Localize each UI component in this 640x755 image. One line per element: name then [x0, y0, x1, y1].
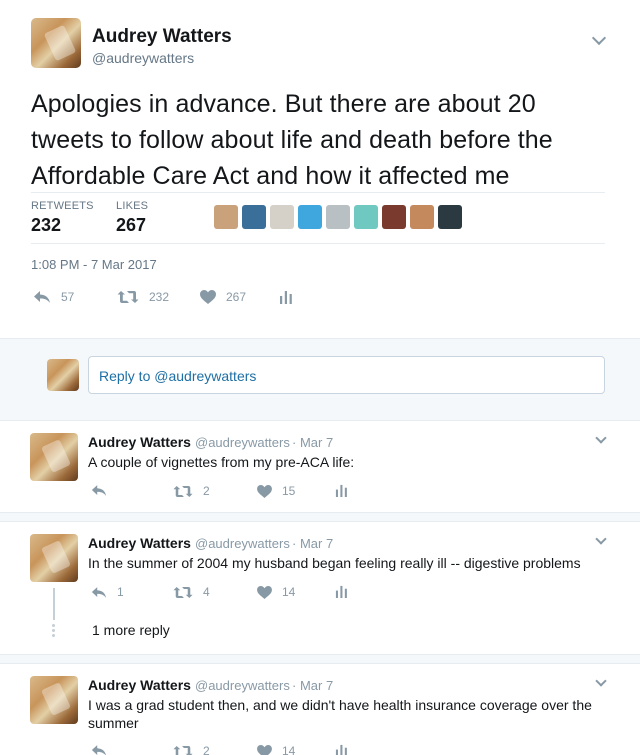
author-name[interactable]: Audrey Watters — [88, 535, 191, 551]
analytics-icon — [335, 585, 347, 598]
separator — [0, 412, 640, 420]
likes-label: LIKES — [116, 200, 149, 212]
reply-tweet[interactable]: Audrey Watters @audreywatters · Mar 7 In… — [0, 521, 640, 655]
like-button[interactable]: 15 — [257, 484, 295, 498]
heart-icon — [200, 290, 216, 304]
liker-avatar[interactable] — [242, 205, 266, 229]
chevron-down-icon[interactable] — [595, 533, 607, 545]
chevron-down-icon[interactable] — [591, 30, 607, 46]
author-handle[interactable]: @audreywatters — [195, 536, 290, 551]
retweet-button[interactable]: 2 — [173, 484, 210, 498]
analytics-icon — [335, 484, 347, 497]
chevron-down-icon[interactable] — [595, 675, 607, 687]
retweet-icon — [117, 291, 139, 303]
retweet-icon — [173, 745, 193, 755]
analytics-button[interactable] — [279, 290, 293, 304]
like-button[interactable]: 267 — [200, 290, 246, 304]
author-name[interactable]: Audrey Watters — [88, 677, 191, 693]
like-button[interactable]: 14 — [257, 744, 295, 755]
reply-button[interactable]: 1 — [91, 585, 124, 599]
retweet-button[interactable]: 4 — [173, 585, 210, 599]
liker-avatar[interactable] — [382, 205, 406, 229]
retweet-button[interactable]: 232 — [117, 290, 169, 304]
like-count: 14 — [282, 744, 296, 755]
reply-button[interactable]: 57 — [33, 290, 74, 304]
liker-avatar[interactable] — [354, 205, 378, 229]
separator — [0, 513, 640, 521]
reply-composer: Reply to @audreywatters — [0, 338, 640, 412]
thread-dot — [52, 624, 55, 627]
like-count: 267 — [226, 290, 247, 304]
retweet-count: 4 — [203, 585, 210, 599]
liker-avatar[interactable] — [214, 205, 238, 229]
tweet-text: A couple of vignettes from my pre-ACA li… — [88, 454, 355, 470]
divider — [31, 192, 605, 193]
analytics-button[interactable] — [335, 484, 348, 497]
reply-input[interactable]: Reply to @audreywatters — [88, 356, 605, 394]
author-handle[interactable]: @audreywatters — [195, 435, 290, 450]
retweets-count[interactable]: 232 — [31, 215, 61, 236]
author-avatar[interactable] — [30, 433, 78, 481]
analytics-button[interactable] — [335, 744, 348, 755]
chevron-down-icon[interactable] — [595, 432, 607, 444]
thread-line — [53, 588, 55, 620]
reply-tweet[interactable]: Audrey Watters @audreywatters · Mar 7 I … — [0, 663, 640, 755]
retweet-button[interactable]: 2 — [173, 744, 210, 755]
liker-avatar[interactable] — [438, 205, 462, 229]
author-handle[interactable]: @audreywatters — [195, 678, 290, 693]
tweet-date[interactable]: · Mar 7 — [292, 678, 333, 693]
like-count: 15 — [282, 484, 296, 498]
analytics-button[interactable] — [335, 585, 348, 598]
retweet-count: 2 — [203, 484, 210, 498]
author-name[interactable]: Audrey Watters — [92, 26, 232, 48]
heart-icon — [257, 744, 272, 755]
thread-dot — [52, 634, 55, 637]
tweet-text: In the summer of 2004 my husband began f… — [88, 555, 581, 571]
like-count: 14 — [282, 585, 296, 599]
reply-button[interactable] — [91, 744, 117, 755]
reply-icon — [91, 586, 107, 598]
author-avatar[interactable] — [30, 676, 78, 724]
analytics-icon — [280, 291, 292, 304]
retweet-count: 232 — [149, 290, 170, 304]
liker-avatar[interactable] — [270, 205, 294, 229]
liker-avatar[interactable] — [410, 205, 434, 229]
reply-count: 57 — [61, 290, 75, 304]
tweet-date[interactable]: · Mar 7 — [292, 536, 333, 551]
thread-dot — [52, 629, 55, 632]
reply-tweet[interactable]: Audrey Watters @audreywatters · Mar 7 A … — [0, 420, 640, 513]
reply-icon — [34, 291, 50, 303]
author-avatar[interactable] — [31, 18, 81, 68]
tweet-text: Apologies in advance. But there are abou… — [31, 90, 553, 190]
retweet-count: 2 — [203, 744, 210, 755]
reply-icon — [91, 745, 106, 755]
reply-button[interactable] — [91, 484, 117, 497]
tweet-timestamp[interactable]: 1:08 PM - 7 Mar 2017 — [31, 257, 157, 272]
more-replies-link[interactable]: 1 more reply — [92, 622, 170, 638]
user-avatar — [47, 359, 79, 391]
analytics-icon — [335, 744, 347, 755]
liker-avatar[interactable] — [326, 205, 350, 229]
liker-avatar[interactable] — [298, 205, 322, 229]
separator — [0, 655, 640, 663]
reply-icon — [91, 485, 107, 496]
tweet-date[interactable]: · Mar 7 — [292, 435, 333, 450]
reply-count: 1 — [117, 585, 124, 599]
retweet-icon — [173, 586, 193, 598]
like-button[interactable]: 14 — [257, 585, 295, 599]
author-name[interactable]: Audrey Watters — [88, 434, 191, 450]
author-avatar[interactable] — [30, 534, 78, 582]
main-tweet: Audrey Watters @audreywatters Apologies … — [0, 0, 640, 338]
author-handle[interactable]: @audreywatters — [92, 50, 194, 66]
heart-icon — [257, 585, 272, 599]
retweet-icon — [173, 485, 193, 497]
tweet-text: I was a grad student then, and we didn't… — [88, 697, 592, 731]
retweets-label: RETWEETS — [31, 200, 94, 212]
likes-count[interactable]: 267 — [116, 215, 146, 236]
divider — [31, 243, 605, 244]
likers-avatars — [214, 205, 462, 229]
heart-icon — [257, 484, 272, 498]
